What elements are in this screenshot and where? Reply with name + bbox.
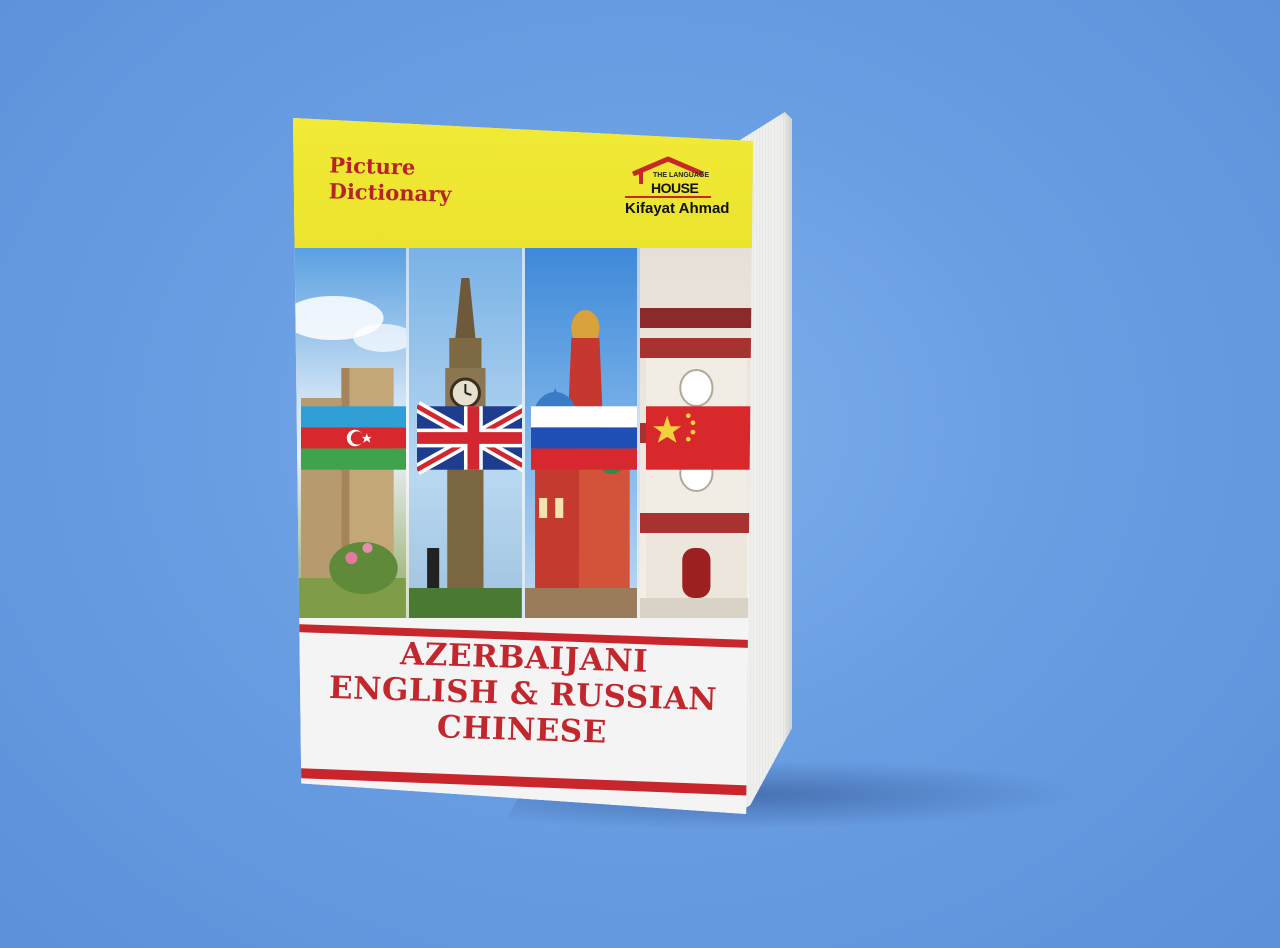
series-label: Picture Dictionary [328, 152, 452, 207]
landmark-photo-strip [293, 248, 753, 628]
uk-flag-icon [416, 401, 522, 475]
publisher-logo: THE LANGUAGE HOUSE Kifayat Ahmad [613, 154, 729, 234]
panel-england [408, 248, 525, 628]
panel-azerbaijan [293, 248, 409, 628]
logo-small-text: THE LANGUAGE [653, 172, 709, 179]
azerbaijan-flag-icon [301, 406, 406, 470]
author-name: Kifayat Ahmad [625, 200, 730, 217]
series-label-line2: Dictionary [328, 178, 452, 207]
book-cover: Picture Dictionary THE LANGUAGE HOUSE Ki… [293, 118, 753, 814]
panel-china [640, 248, 753, 628]
panel-russia [524, 248, 641, 628]
logo-divider [625, 196, 711, 198]
china-flag-icon [646, 406, 753, 470]
russia-flag-icon [530, 406, 638, 470]
logo-big-text: HOUSE [651, 180, 699, 196]
series-label-line1: Picture [329, 152, 416, 180]
book-title: AZERBAIJANI ENGLISH & RUSSIAN CHINESE [293, 633, 753, 755]
